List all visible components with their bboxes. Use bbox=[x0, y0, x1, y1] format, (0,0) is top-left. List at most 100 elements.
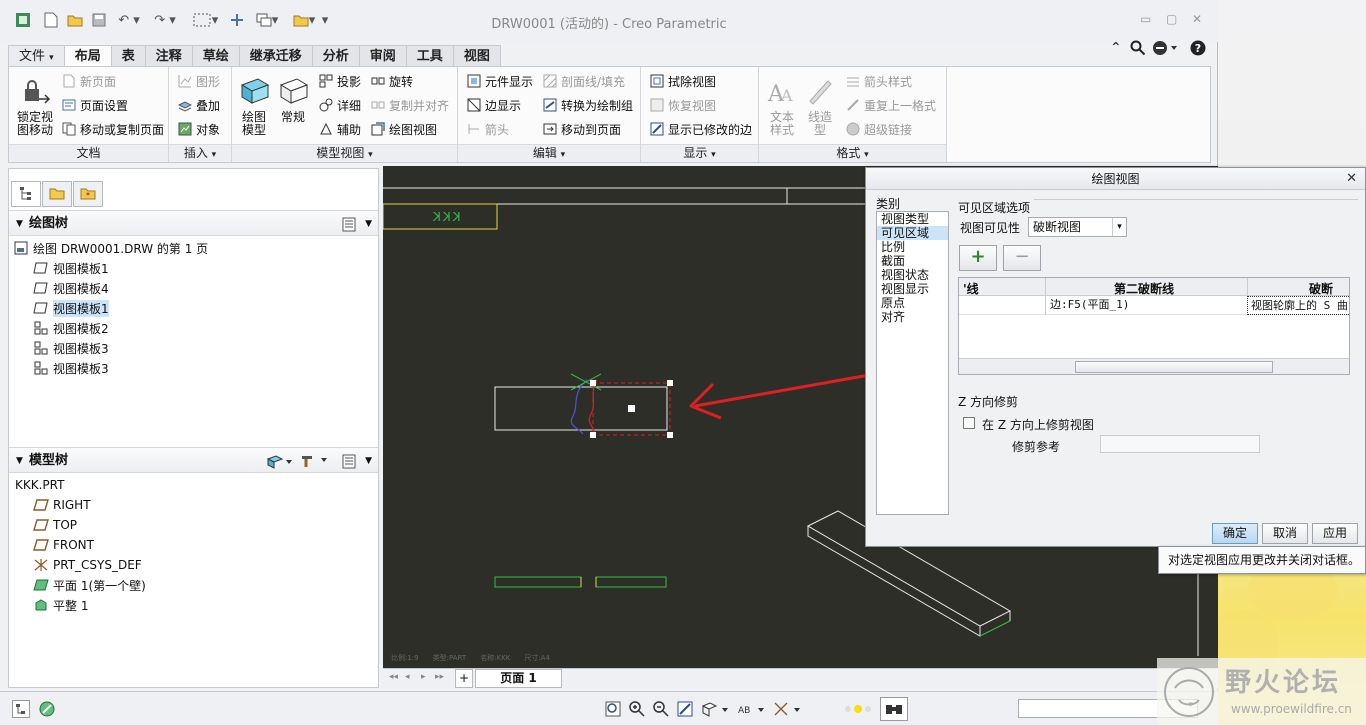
group-edit-label[interactable]: 编辑 ▾ bbox=[458, 144, 640, 162]
tree-item[interactable]: FRONT bbox=[33, 536, 94, 554]
move-copy-page-button[interactable]: 移动或复制页面 bbox=[61, 119, 164, 139]
trim-reference-field[interactable] bbox=[1100, 435, 1260, 453]
maximize-button[interactable]: ▢ bbox=[1166, 12, 1177, 26]
zoom-in-icon[interactable] bbox=[628, 700, 646, 718]
chevron-down-icon[interactable]: ▼ bbox=[365, 211, 372, 237]
first-page-icon[interactable]: ◂◂ bbox=[389, 672, 398, 682]
tree-item[interactable]: PRT_CSYS_DEF bbox=[33, 556, 142, 574]
z-trim-checkbox[interactable] bbox=[963, 417, 975, 429]
text-style-button[interactable]: AA 文本样式 bbox=[765, 75, 799, 137]
community-icon[interactable] bbox=[1152, 40, 1178, 60]
drawing-tree-header[interactable]: ▼ 绘图树 ▼ bbox=[9, 210, 378, 236]
page-tab[interactable]: 页面 1 bbox=[475, 669, 562, 688]
edge-display-button[interactable]: 边显示 bbox=[466, 95, 521, 115]
category-scale[interactable]: 比例 bbox=[877, 240, 948, 254]
group-model-view-label[interactable]: 模型视图 ▾ bbox=[232, 144, 457, 162]
repeat-last-format-button[interactable]: 重复上一格式 bbox=[845, 95, 936, 115]
category-alignment[interactable]: 对齐 bbox=[877, 310, 948, 324]
tree-item[interactable]: 视图模板4 bbox=[33, 279, 109, 297]
visibility-dropdown[interactable]: 破断视图 ▾ bbox=[1028, 217, 1127, 237]
add-page-button[interactable]: + bbox=[455, 669, 473, 688]
tree-item[interactable]: 视图模板3 bbox=[33, 359, 109, 377]
tab-model-tree[interactable] bbox=[11, 181, 41, 207]
find-icon[interactable] bbox=[880, 697, 908, 721]
zoom-fit-icon[interactable] bbox=[604, 700, 622, 718]
tab-folder-browser[interactable] bbox=[42, 181, 72, 207]
auxiliary-view-button[interactable]: 辅助 bbox=[318, 119, 361, 139]
erase-view-button[interactable]: 拭除视图 bbox=[649, 71, 716, 91]
model-tree-root[interactable]: KKK.PRT bbox=[15, 476, 64, 494]
hyperlink-button[interactable]: 超级链接 bbox=[845, 119, 912, 139]
zoom-out-icon[interactable] bbox=[652, 700, 670, 718]
detail-view-button[interactable]: 详细 bbox=[318, 95, 361, 115]
show-modified-edges-button[interactable]: 显示已修改的边 bbox=[649, 119, 752, 139]
overlay-button[interactable]: 叠加 bbox=[177, 95, 220, 115]
copy-align-button[interactable]: 复制并对齐 bbox=[370, 95, 449, 115]
move-to-page-button[interactable]: 移动到页面 bbox=[542, 119, 621, 139]
drawing-view-button[interactable]: 绘图视图 bbox=[370, 119, 437, 139]
tree-item[interactable]: 视图模板1 bbox=[33, 259, 109, 277]
apply-button[interactable]: 应用 bbox=[1312, 523, 1358, 544]
tab-legacy-migration[interactable]: 继承迁移 bbox=[238, 45, 313, 67]
component-display-button[interactable]: 元件显示 bbox=[466, 71, 533, 91]
category-view-state[interactable]: 视图状态 bbox=[877, 268, 948, 282]
group-format-label[interactable]: 格式 ▾ bbox=[759, 144, 946, 162]
tab-layout[interactable]: 布局 bbox=[63, 45, 112, 68]
rotate-view-button[interactable]: 旋转 bbox=[370, 71, 413, 91]
drawing-model-button[interactable]: 绘图模型 bbox=[236, 75, 272, 137]
arrow-style-button[interactable]: 箭头样式 bbox=[845, 71, 912, 91]
tab-file[interactable]: 文件 ▾ bbox=[8, 45, 65, 67]
category-visible-area[interactable]: 可见区域 bbox=[877, 226, 948, 240]
remove-break-button[interactable]: − bbox=[1003, 245, 1041, 271]
category-section[interactable]: 截面 bbox=[877, 254, 948, 268]
object-button[interactable]: 对象 bbox=[177, 119, 220, 139]
display-style-icon[interactable] bbox=[700, 700, 730, 718]
model-tree-header[interactable]: ▼ 模型树 ▼ bbox=[9, 447, 378, 473]
close-button[interactable]: ✕ bbox=[1192, 12, 1202, 26]
chevron-down-icon[interactable]: ▼ bbox=[365, 448, 372, 474]
close-icon[interactable]: ✕ bbox=[1346, 171, 1357, 186]
repaint-icon[interactable] bbox=[676, 700, 694, 718]
minimize-ribbon-icon[interactable]: ⌃ bbox=[1110, 40, 1122, 56]
datum-display-icon[interactable] bbox=[772, 700, 802, 718]
prev-page-icon[interactable]: ◂ bbox=[405, 672, 410, 682]
tree-item[interactable]: TOP bbox=[33, 516, 77, 534]
projection-view-button[interactable]: 投影 bbox=[318, 71, 361, 91]
category-view-type[interactable]: 视图类型 bbox=[877, 212, 948, 226]
new-page-button[interactable]: 新页面 bbox=[61, 71, 116, 91]
tree-item[interactable]: 平整 1 bbox=[33, 596, 88, 614]
tree-item[interactable]: 视图模板3 bbox=[33, 339, 109, 357]
horizontal-scrollbar[interactable] bbox=[959, 358, 1349, 374]
arrow-button[interactable]: 箭头 bbox=[466, 119, 509, 139]
help-icon[interactable]: ? bbox=[1190, 40, 1206, 60]
page-setup-button[interactable]: 页面设置 bbox=[61, 95, 128, 115]
annotation-display-icon[interactable]: AB bbox=[736, 700, 766, 718]
general-view-button[interactable]: 常规 bbox=[276, 75, 310, 124]
graph-button[interactable]: 图形 bbox=[177, 71, 220, 91]
line-style-button[interactable]: 线造型 bbox=[803, 75, 837, 137]
ok-button[interactable]: 确定 bbox=[1212, 523, 1258, 544]
section-fill-button[interactable]: 剖面线/填充 bbox=[542, 71, 625, 91]
category-view-display[interactable]: 视图显示 bbox=[877, 282, 948, 296]
tree-settings-icon[interactable] bbox=[342, 453, 356, 479]
tab-analysis[interactable]: 分析 bbox=[311, 45, 360, 67]
tree-item[interactable]: 视图模板2 bbox=[33, 319, 109, 337]
tab-favorites[interactable]: * bbox=[73, 181, 103, 207]
collapse-icon[interactable]: ▼ bbox=[16, 448, 23, 474]
tab-table[interactable]: 表 bbox=[110, 45, 146, 67]
tab-view[interactable]: 视图 bbox=[452, 45, 501, 67]
tab-tools[interactable]: 工具 bbox=[405, 45, 454, 67]
tab-sketch[interactable]: 草绘 bbox=[191, 45, 240, 67]
add-break-button[interactable]: + bbox=[959, 245, 997, 271]
tools-icon[interactable] bbox=[300, 452, 328, 478]
last-page-icon[interactable]: ▸▸ bbox=[435, 672, 444, 682]
drawing-tree-root[interactable]: 绘图 DRW0001.DRW 的第 1 页 bbox=[13, 239, 208, 257]
category-origin[interactable]: 原点 bbox=[877, 296, 948, 310]
tree-item[interactable]: RIGHT bbox=[33, 496, 91, 514]
display-style-icon[interactable] bbox=[266, 453, 292, 479]
table-row[interactable]: 边:F5(平面_1) 视图轮廓上的 S 曲 bbox=[959, 296, 1349, 315]
browser-toggle-icon[interactable] bbox=[38, 700, 56, 718]
group-insert-label[interactable]: 插入 ▾ bbox=[169, 144, 231, 162]
tab-annotate[interactable]: 注释 bbox=[144, 45, 193, 67]
convert-to-draft-group-button[interactable]: 转换为绘制组 bbox=[542, 95, 633, 115]
